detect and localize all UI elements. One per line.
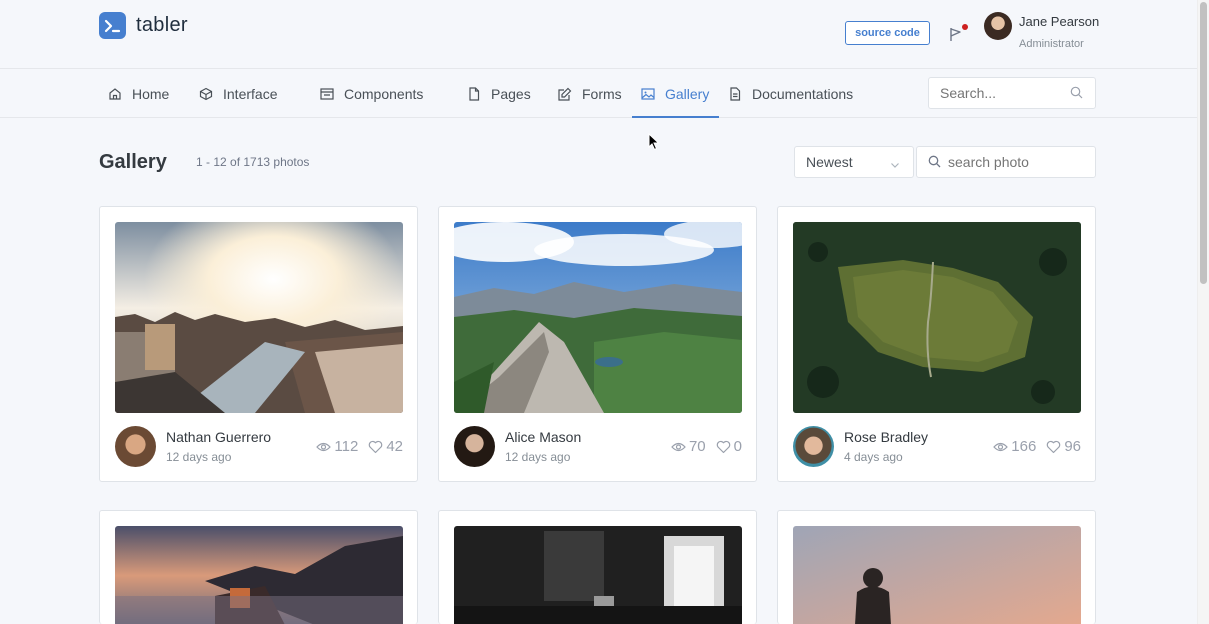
user-name[interactable]: Jane Pearson [1019,14,1099,29]
post-time: 12 days ago [505,450,571,464]
home-icon [108,87,122,101]
notification-badge [962,24,968,30]
nav-item-label: Home [132,85,170,102]
photo-dark-room[interactable] [454,526,742,624]
author-name[interactable]: Nathan Guerrero [166,429,271,445]
photo-search-input[interactable] [916,146,1096,178]
nav-item-label: Gallery [665,85,710,102]
calendar-icon [320,87,334,101]
heart-icon[interactable] [368,440,383,454]
gallery-card[interactable]: Rose Bradley 4 days ago 166 96 [777,206,1096,482]
brand[interactable]: tabler [99,12,188,39]
nav-item-gallery[interactable]: Gallery [641,69,709,118]
active-tab-indicator [632,116,719,118]
nav-item-components[interactable]: Components [320,69,423,118]
search-icon[interactable] [1070,86,1083,104]
nav-item-documentations[interactable]: Documentations [728,69,853,118]
file-icon [467,86,481,101]
like-count: 96 [1064,438,1081,455]
avatar[interactable] [115,426,156,467]
post-time: 4 days ago [844,450,903,464]
view-count: 70 [688,438,706,455]
gallery-card[interactable]: Alice Mason 12 days ago 70 0 [438,206,757,482]
eye-icon [671,442,686,451]
nav-item-label: Components [344,85,424,102]
nav-item-pages[interactable]: Pages [467,69,531,118]
photo-mountain-peak[interactable] [454,222,742,413]
source-code-button[interactable]: source code [845,21,930,45]
nav-item-home[interactable]: Home [108,69,169,118]
photo-forest-meadow[interactable] [793,222,1081,413]
chevron-down-icon [890,157,900,175]
photo-stats: 70 0 [671,438,742,455]
photo-city-sunset[interactable] [115,222,403,413]
page-scrollbar[interactable] [1197,0,1209,624]
heart-icon[interactable] [1046,440,1061,454]
edit-icon [558,87,572,101]
gallery-card[interactable] [438,510,757,624]
main-nav: Home Interface Components Pages Forms Ga… [0,69,1197,118]
nav-item-label: Documentations [752,85,854,102]
file-text-icon [728,86,742,101]
photo-coastal-village[interactable] [115,526,403,624]
like-count: 42 [386,438,403,455]
nav-item-forms[interactable]: Forms [558,69,622,118]
gallery-card[interactable] [777,510,1096,624]
search-icon [928,155,941,173]
heart-icon[interactable] [716,440,731,454]
terminal-icon [99,12,126,39]
brand-name: tabler [136,14,188,36]
view-count: 112 [334,438,359,455]
mouse-cursor-icon [648,132,660,156]
author-name[interactable]: Alice Mason [505,429,581,445]
photo-silhouette-hiker[interactable] [793,526,1081,624]
top-header: tabler source code Jane Pearson Administ… [0,0,1197,69]
avatar[interactable] [454,426,495,467]
nav-item-interface[interactable]: Interface [199,69,277,118]
user-avatar[interactable] [984,12,1012,40]
box-icon [199,87,213,101]
scrollbar-thumb[interactable] [1200,2,1207,284]
gallery-card[interactable] [99,510,418,624]
gallery-card[interactable]: Nathan Guerrero 12 days ago 112 42 [99,206,418,482]
like-count: 0 [733,438,742,455]
photo-stats: 166 96 [993,438,1081,455]
nav-item-label: Pages [491,85,531,102]
eye-icon [993,442,1009,451]
eye-icon [316,442,332,451]
user-role: Administrator [1019,38,1084,50]
photo-stats: 112 42 [316,438,403,455]
post-time: 12 days ago [166,450,232,464]
photo-count: 1 - 12 of 1713 photos [196,155,310,169]
author-name[interactable]: Rose Bradley [844,429,928,445]
avatar[interactable] [793,426,834,467]
view-count: 166 [1011,438,1037,455]
nav-item-label: Interface [223,85,278,102]
image-icon [641,87,655,101]
page-title: Gallery [99,151,167,173]
nav-item-label: Forms [582,85,622,102]
